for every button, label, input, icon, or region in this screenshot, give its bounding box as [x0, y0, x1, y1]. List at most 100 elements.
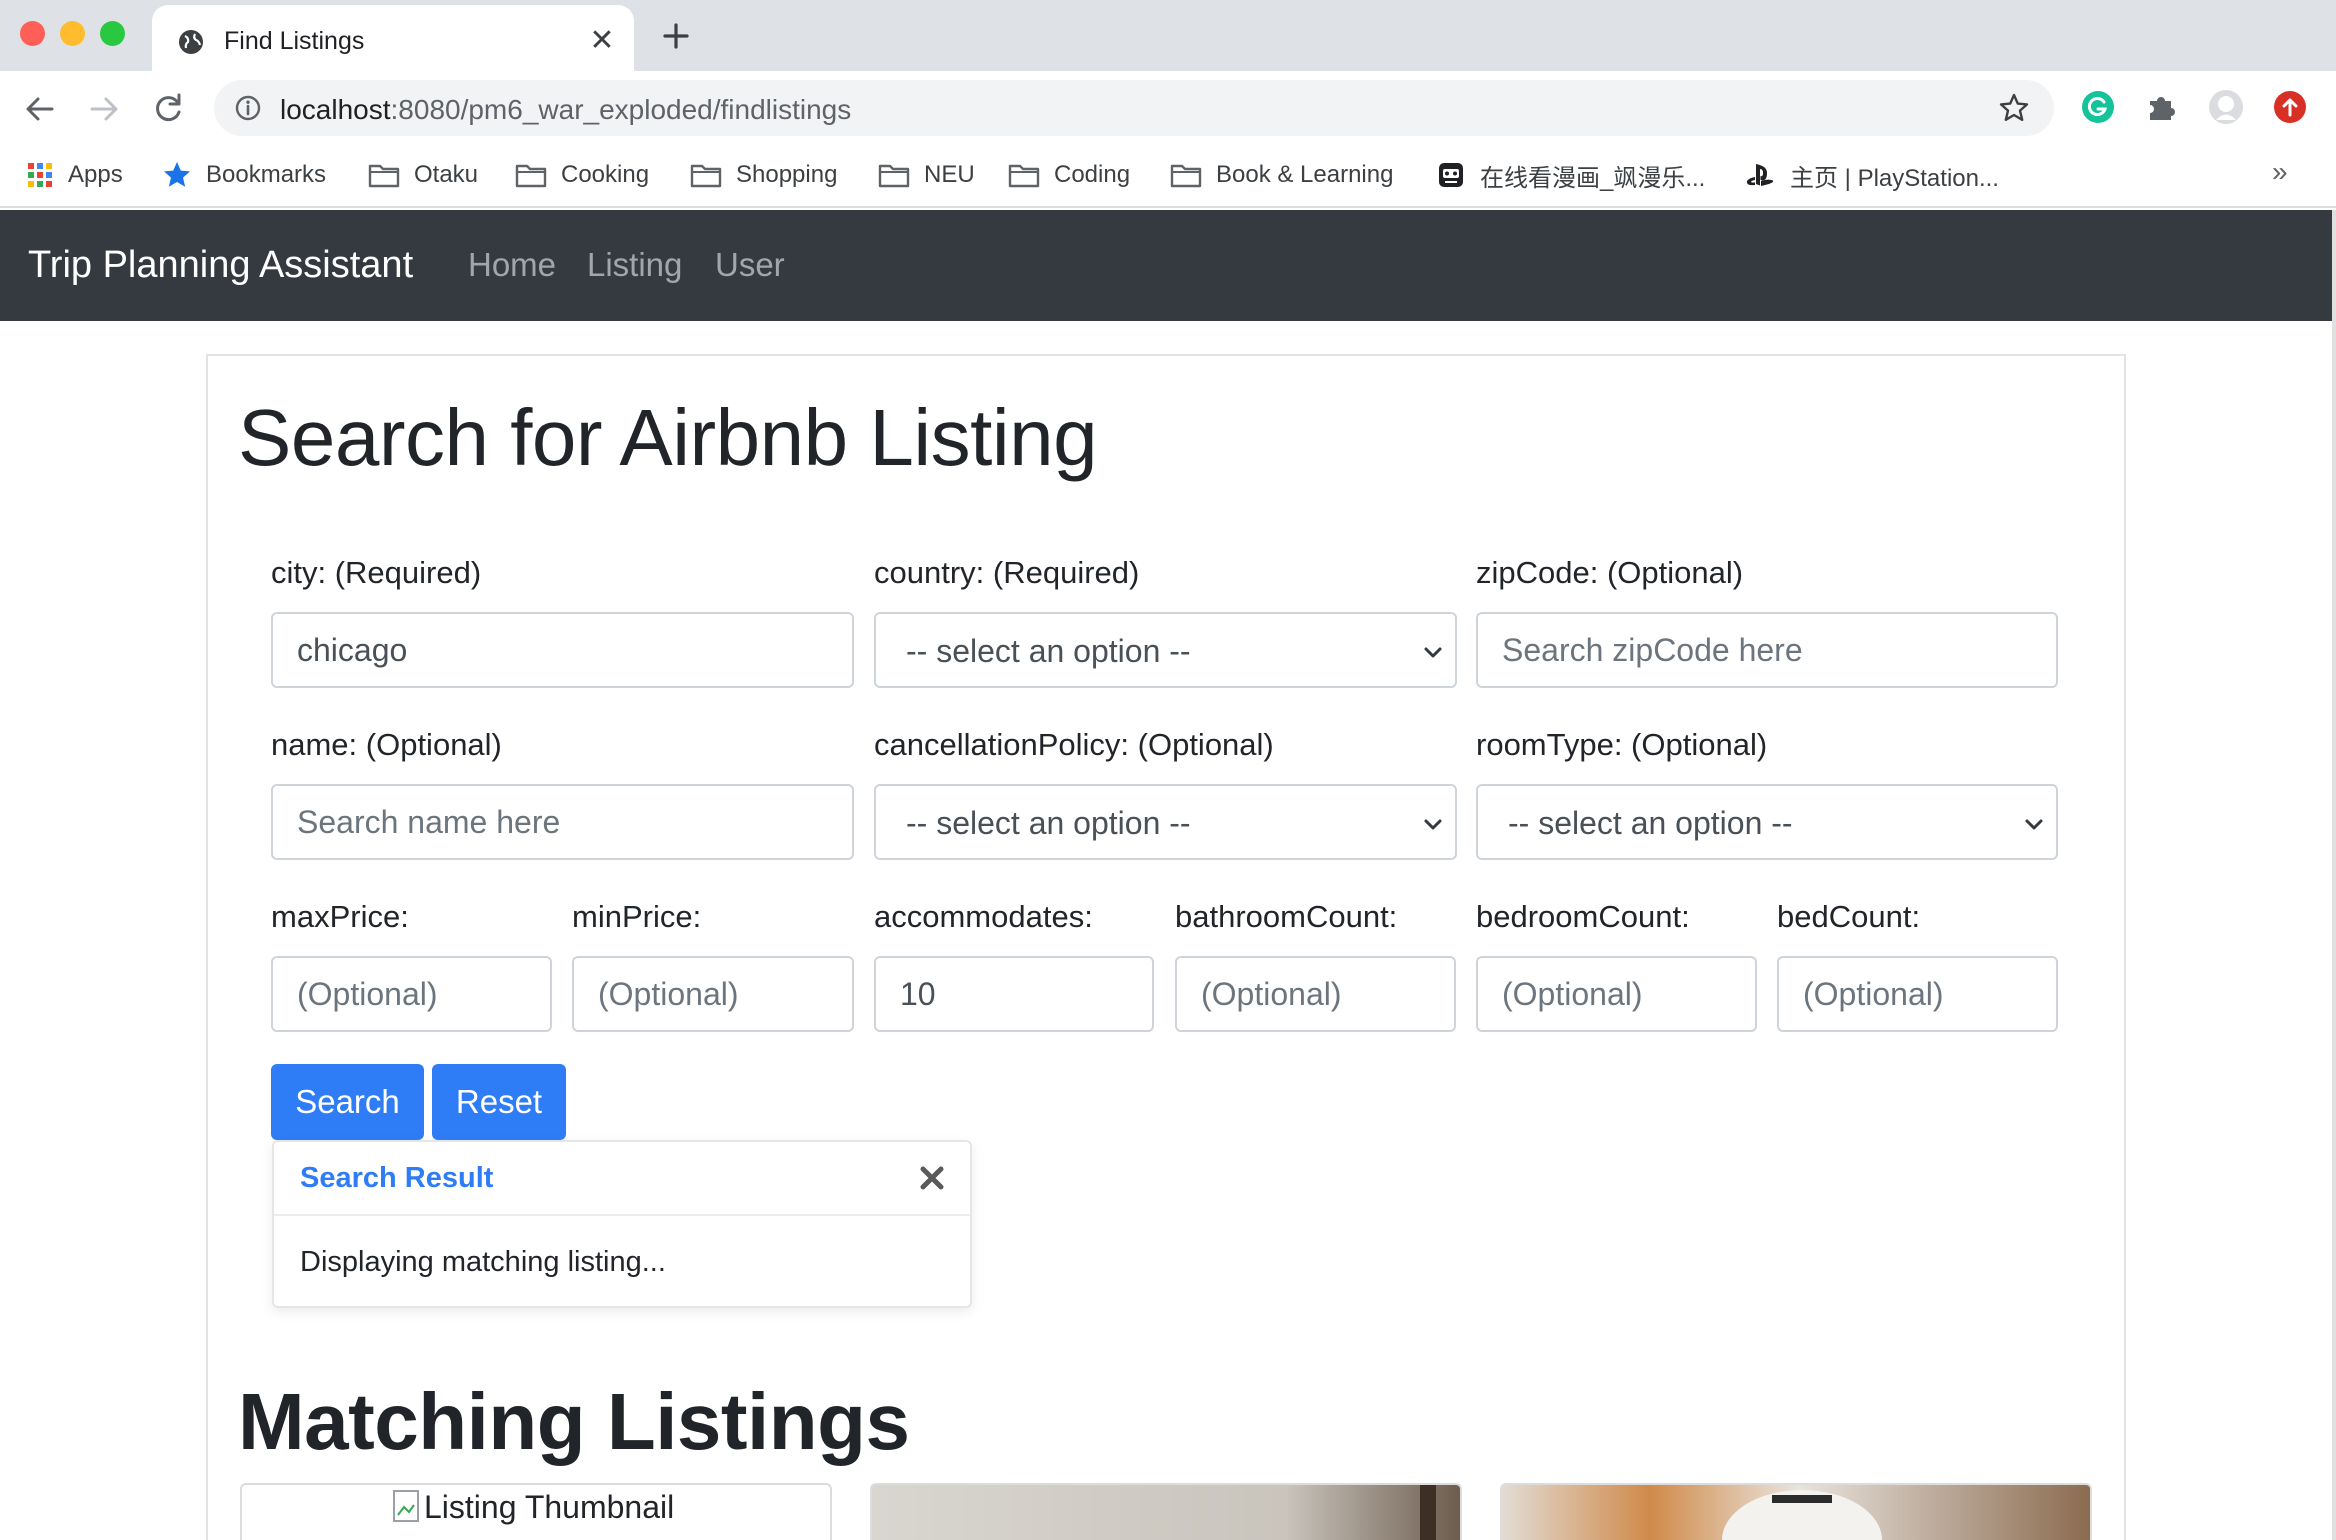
tab-title: Find Listings [224, 27, 365, 55]
extensions-puzzle-icon[interactable] [2144, 89, 2180, 125]
accommodates-label: accommodates: [874, 899, 1093, 934]
bed-count-input[interactable] [1777, 956, 2058, 1032]
toast-header: Search Result [274, 1142, 970, 1216]
bookmark-label: 在线看漫画_飒漫乐... [1480, 164, 1706, 192]
country-label: country: (Required) [874, 555, 1140, 590]
bookmark-label: Apps [68, 161, 123, 188]
country-select-value: -- select an option -- [906, 633, 1191, 669]
city-input[interactable] [271, 612, 854, 688]
app-navbar: Trip Planning Assistant Home Listing Use… [0, 210, 2336, 321]
bookmark-folder-otaku[interactable]: Otaku [368, 158, 478, 192]
max-price-label: maxPrice: [271, 899, 409, 934]
room-type-select-value: -- select an option -- [1508, 805, 1793, 841]
bookmark-folder-coding[interactable]: Coding [1008, 158, 1130, 192]
navbar-brand[interactable]: Trip Planning Assistant [28, 244, 413, 287]
url-host: localhost [280, 94, 391, 125]
min-price-input[interactable] [572, 956, 854, 1032]
folder-icon [690, 164, 722, 188]
room-type-select[interactable]: -- select an option -- [1476, 784, 2058, 860]
bookmark-bookmarks[interactable]: Bookmarks [162, 158, 326, 192]
close-icon[interactable] [914, 1160, 950, 1196]
nav-link-listing[interactable]: Listing [587, 246, 682, 284]
chevron-down-icon [1424, 647, 1442, 658]
bookmark-label: NEU [924, 161, 975, 188]
listing-card[interactable]: Listing Thumbnail [240, 1483, 832, 1540]
cancellation-policy-select-value: -- select an option -- [906, 805, 1191, 841]
bookmark-label: Book & Learning [1216, 161, 1394, 188]
url-text[interactable]: localhost:8080/pm6_war_exploded/findlist… [280, 94, 851, 126]
search-button[interactable]: Search [271, 1064, 424, 1140]
site-info-icon[interactable] [234, 94, 262, 122]
max-price-input[interactable] [271, 956, 552, 1032]
tab-close-icon[interactable]: ✕ [584, 23, 620, 59]
name-label: name: (Optional) [271, 727, 502, 762]
nav-link-user[interactable]: User [715, 246, 785, 284]
bookmark-label: 主页 | PlayStation... [1790, 164, 1999, 192]
toast-title: Search Result [300, 1162, 494, 1194]
listing-card[interactable] [1500, 1483, 2092, 1540]
bed-count-label: bedCount: [1777, 899, 1921, 934]
listing-thumbnail-image [872, 1485, 1460, 1540]
folder-icon [1170, 164, 1202, 188]
room-type-label: roomType: (Optional) [1476, 727, 1768, 762]
bookmark-playstation[interactable]: 主页 | PlayStation... [1744, 158, 1999, 192]
cancellation-policy-label: cancellationPolicy: (Optional) [874, 727, 1274, 762]
folder-icon [878, 164, 910, 188]
accommodates-input[interactable] [874, 956, 1154, 1032]
chevron-down-icon [1424, 819, 1442, 830]
globe-icon [179, 30, 203, 54]
apps-grid-icon [28, 163, 52, 187]
cancellation-policy-select[interactable]: -- select an option -- [874, 784, 1457, 860]
listing-thumbnail-image [1502, 1485, 2090, 1540]
toast-message: Displaying matching listing... [300, 1246, 666, 1278]
new-tab-icon[interactable] [656, 16, 696, 56]
bookmark-folder-shopping[interactable]: Shopping [690, 158, 837, 192]
folder-icon [368, 164, 400, 188]
grammarly-extension-icon[interactable] [2080, 89, 2116, 125]
search-result-toast: Search Result Displaying matching listin… [272, 1140, 972, 1308]
zipcode-input[interactable] [1476, 612, 2058, 688]
bookmarks-overflow-button[interactable]: » [2272, 156, 2288, 188]
bookmark-apps[interactable]: Apps [26, 158, 123, 192]
update-icon[interactable] [2272, 89, 2308, 125]
window-minimize-button[interactable] [60, 21, 85, 46]
country-select[interactable]: -- select an option -- [874, 612, 1457, 688]
page-scrollbar-edge [2332, 210, 2336, 1540]
listing-thumbnail-alt: Listing Thumbnail [424, 1489, 675, 1525]
forward-icon[interactable] [84, 89, 124, 129]
bookmark-star-icon[interactable] [1998, 92, 2030, 124]
address-bar[interactable]: localhost:8080/pm6_war_exploded/findlist… [214, 80, 2054, 136]
folder-icon [1008, 164, 1040, 188]
bookmarks-bar: Apps Bookmarks Otaku Cooking Shopping NE… [0, 144, 2336, 208]
browser-toolbar: localhost:8080/pm6_war_exploded/findlist… [0, 71, 2336, 144]
browser-tab[interactable]: Find Listings ✕ [152, 5, 634, 71]
bedroom-count-input[interactable] [1476, 956, 1757, 1032]
bedroom-count-label: bedroomCount: [1476, 899, 1690, 934]
name-input[interactable] [271, 784, 854, 860]
bookmark-folder-cooking[interactable]: Cooking [515, 158, 649, 192]
window-close-button[interactable] [20, 21, 45, 46]
chevron-down-icon [2025, 819, 2043, 830]
results-heading: Matching Listings [238, 1377, 910, 1466]
bathroom-count-input[interactable] [1175, 956, 1456, 1032]
profile-avatar-icon[interactable] [2208, 89, 2244, 125]
bookmark-folder-neu[interactable]: NEU [878, 158, 975, 192]
url-path: :8080/pm6_war_exploded/findlistings [390, 94, 852, 125]
reload-icon[interactable] [148, 89, 188, 129]
city-label: city: (Required) [271, 555, 482, 590]
site-icon [1439, 163, 1463, 187]
nav-link-home[interactable]: Home [468, 246, 556, 284]
reset-button[interactable]: Reset [432, 1064, 566, 1140]
bookmark-label: Cooking [561, 161, 650, 188]
star-icon [164, 162, 190, 187]
listing-card[interactable] [870, 1483, 1462, 1540]
bookmark-label: Bookmarks [206, 161, 327, 188]
bookmark-manga-site[interactable]: 在线看漫画_飒漫乐... [1436, 158, 1705, 192]
folder-icon [515, 164, 547, 188]
main-container [206, 354, 2126, 1540]
window-zoom-button[interactable] [100, 21, 125, 46]
bookmark-folder-book-learning[interactable]: Book & Learning [1170, 158, 1393, 192]
bookmark-label: Otaku [414, 161, 479, 188]
back-icon[interactable] [20, 89, 60, 129]
bookmark-label: Shopping [736, 161, 838, 188]
